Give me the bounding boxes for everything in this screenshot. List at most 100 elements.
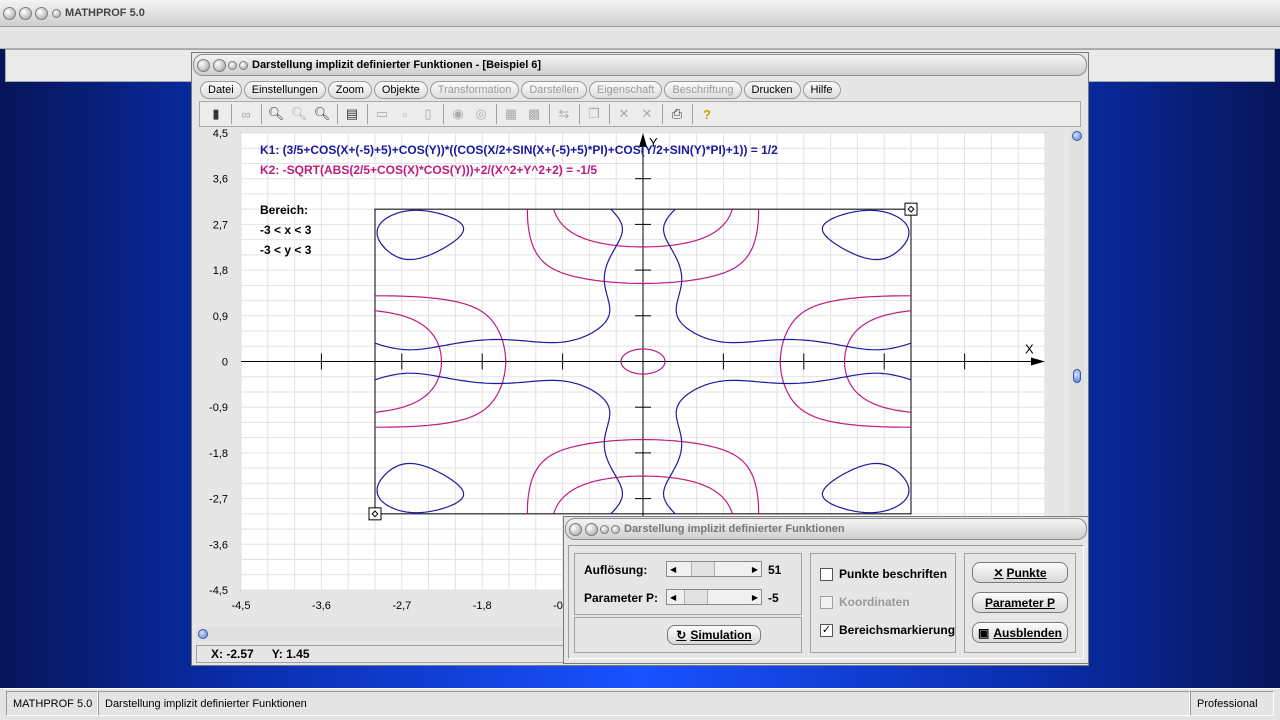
toolbar-separator [337,104,338,124]
menu-darstellen[interactable]: Darstellen [521,81,587,99]
close-circle-icon[interactable] [569,522,582,536]
zoom-in-icon[interactable]: 🔍︎ [312,104,332,124]
y-tick-label: 0 [222,357,228,369]
maximize-circle-icon[interactable] [228,60,237,70]
toolbar-separator [662,104,663,124]
toolbar-separator [579,104,580,124]
maximize-circle-icon[interactable] [35,6,48,20]
print-icon[interactable]: ⎙ [667,104,687,124]
toolbar-separator [549,104,550,124]
system-menu-icon[interactable] [52,8,61,18]
minimize-circle-icon[interactable] [19,6,32,20]
cross-icon[interactable]: ✕ [614,104,634,124]
coord-x: X: -2.57 [211,647,254,661]
y-tick-label: 2,7 [213,219,228,231]
zoom-out-icon[interactable]: 🔍︎ [266,104,286,124]
toolbar-separator [692,104,693,124]
x-tick-label: -1,8 [473,600,492,612]
slider-right-arrow-icon[interactable]: ▶ [752,593,761,602]
formula-k1: K1: (3/5+COS(X+(-5)+5)+COS(Y))*((COS(X/2… [260,143,778,157]
menu-bar: Datei Einstellungen Zoom Objekte Transfo… [200,80,1080,100]
menu-datei[interactable]: Datei [200,81,242,99]
close-circle-icon[interactable] [197,58,210,72]
resolution-slider[interactable]: ◀ ▶ [666,561,762,577]
y-tick-label: 1,8 [213,265,228,277]
ausblenden-button[interactable]: ▣ Ausblenden [972,622,1068,643]
swap-icon[interactable]: ⇆ [554,104,574,124]
parameter-value: -5 [768,591,779,605]
status-app-name: MATHPROF 5.0 [6,691,98,716]
bereichsmarkierung-option[interactable]: ✓ Bereichsmarkierung [820,623,955,637]
parameter-label: Parameter P: [584,591,659,605]
hscroll-thumb[interactable] [198,629,208,639]
circle-b-icon[interactable]: ◎ [471,104,491,124]
window-icon[interactable]: ▭ [372,104,392,124]
scan-icon[interactable]: ▩ [524,104,544,124]
y-tick-label: 0,9 [213,311,228,323]
toolbar-separator [443,104,444,124]
glasses-icon[interactable]: ∞ [236,104,256,124]
app-title-bar: MATHPROF 5.0 [0,0,1280,27]
slider-left-arrow-icon[interactable]: ◀ [667,593,676,602]
slider-thumb[interactable] [690,562,715,576]
y-tick-label: -4,5 [209,585,228,597]
dialog-title-bar: Darstellung implizit definierter Funktio… [565,518,1087,540]
punkte-beschriften-checkbox[interactable] [820,567,833,581]
y-tick-label: 4,5 [213,128,228,140]
coord-y: Y: 1.45 [271,647,310,661]
circle-a-icon[interactable]: ◉ [448,104,468,124]
properties-icon[interactable]: ▤ [342,104,362,124]
menu-beschriftung[interactable]: Beschriftung [664,81,742,99]
copy-icon[interactable]: ❐ [584,104,604,124]
cross-tool-icon: ✕ [993,565,1004,580]
grid-small-icon[interactable]: ▫ [395,104,415,124]
close-circle-icon[interactable] [3,6,16,20]
menu-zoom[interactable]: Zoom [327,81,372,99]
range-handle [904,202,918,216]
system-menu-icon[interactable] [239,60,248,70]
menu-drucken[interactable]: Drucken [743,81,801,99]
system-menu-icon[interactable] [611,524,620,534]
toolbar-separator [261,104,262,124]
help-icon[interactable]: ? [697,104,717,124]
toolbar-separator [367,104,368,124]
calculator-icon[interactable]: ▮ [206,104,226,124]
slider-left-arrow-icon[interactable]: ◀ [667,565,676,574]
grid-double-icon[interactable]: ▯ [418,104,438,124]
menu-eigenschaft[interactable]: Eigenschaft [588,81,663,99]
simulation-button[interactable]: ↻ Simulation [667,625,761,645]
minimize-circle-icon[interactable] [585,522,598,536]
table-icon[interactable]: ▦ [501,104,521,124]
y-tick-label: 3,6 [213,174,228,186]
range-x: -3 < x < 3 [260,223,312,237]
maximize-circle-icon[interactable] [600,524,609,534]
minimize-circle-icon[interactable] [213,58,226,72]
menu-einstellungen[interactable]: Einstellungen [243,81,326,99]
slider-thumb[interactable] [683,590,708,604]
parameter-p-label: Parameter P [984,595,1056,610]
toolbar-separator [496,104,497,124]
koordinaten-option[interactable]: Koordinaten [820,595,910,609]
koordinaten-label: Koordinaten [839,595,910,609]
x-axis-label: X [1025,342,1034,357]
app-title: MATHPROF 5.0 [65,7,145,19]
parameter-slider[interactable]: ◀ ▶ [666,589,762,605]
menu-objekte[interactable]: Objekte [373,81,428,99]
koordinaten-checkbox[interactable] [820,595,833,609]
status-edition: Professional [1190,691,1274,716]
y-tick-label: -0,9 [209,402,228,414]
toolbar: ▮ ∞ 🔍︎ 🔍︎ 🔍︎ ▤ ▭ ▫ ▯ ◉ ◎ ▦ ▩ ⇆ ❐ ✕ ✕ ⎙ ? [199,101,1081,127]
resolution-value: 51 [768,563,782,577]
menu-hilfe[interactable]: Hilfe [802,81,841,99]
punkte-beschriften-option[interactable]: Punkte beschriften [820,567,947,581]
parameter-p-button[interactable]: Parameter P [972,592,1068,613]
cross-double-icon[interactable]: ✕ [637,104,657,124]
range-title: Bereich: [260,203,309,217]
punkte-button[interactable]: ✕ Punkte [972,562,1068,583]
bereichsmarkierung-checkbox[interactable]: ✓ [820,623,833,637]
horizontal-scrollbar[interactable] [196,627,566,641]
zoom-reset-icon[interactable]: 🔍︎ [289,104,309,124]
menu-transformation[interactable]: Transformation [429,81,520,99]
slider-right-arrow-icon[interactable]: ▶ [752,565,761,574]
punkte-label: Punkte [1006,565,1047,580]
